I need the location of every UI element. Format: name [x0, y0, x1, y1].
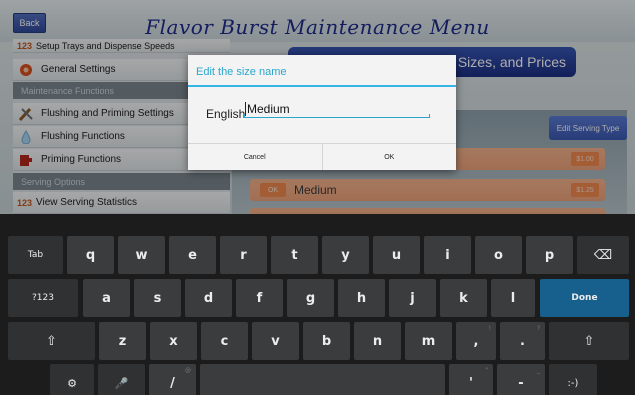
key-slash[interactable]: / @: [149, 364, 196, 395]
key-char: ': [469, 375, 473, 391]
language-label: English: [206, 107, 246, 121]
size-name-input[interactable]: [245, 100, 430, 118]
key-y[interactable]: y: [322, 236, 369, 274]
dialog-divider: [188, 85, 456, 87]
text-cursor: [245, 102, 246, 116]
done-key[interactable]: Done: [540, 279, 629, 317]
key-alt-char: !: [488, 325, 491, 332]
key-c[interactable]: c: [201, 322, 248, 360]
key-apostrophe[interactable]: ' ": [449, 364, 493, 395]
soft-keyboard: Tab q w e r t y u i o p ⌫ ?123 a s d f g…: [0, 214, 635, 395]
key-b[interactable]: b: [303, 322, 350, 360]
shift-key-left[interactable]: ⇧: [8, 322, 95, 360]
shift-key-right[interactable]: ⇧: [549, 322, 629, 360]
edit-size-dialog: Edit the size name English Cancel OK: [188, 55, 456, 170]
key-u[interactable]: u: [373, 236, 420, 274]
key-s[interactable]: s: [134, 279, 181, 317]
key-symbols[interactable]: ?123: [8, 279, 78, 317]
key-w[interactable]: w: [118, 236, 165, 274]
key-n[interactable]: n: [354, 322, 401, 360]
dialog-button-bar: Cancel OK: [188, 143, 456, 170]
key-tab[interactable]: Tab: [8, 236, 63, 274]
key-l[interactable]: l: [491, 279, 535, 317]
microphone-key[interactable]: 🎤: [98, 364, 145, 395]
key-char: -: [518, 375, 524, 391]
key-t[interactable]: t: [271, 236, 318, 274]
key-alt-char: ?: [536, 325, 540, 332]
key-g[interactable]: g: [287, 279, 334, 317]
key-o[interactable]: o: [475, 236, 522, 274]
key-char: .: [520, 333, 525, 349]
key-d[interactable]: d: [185, 279, 232, 317]
key-r[interactable]: r: [220, 236, 267, 274]
app-background: Back Flavor Burst Maintenance Menu 123 S…: [0, 0, 635, 214]
key-alt-char: @: [185, 367, 191, 374]
key-char: /: [170, 375, 175, 391]
backspace-key[interactable]: ⌫: [577, 236, 629, 274]
key-f[interactable]: f: [236, 279, 283, 317]
key-period[interactable]: . ?: [500, 322, 545, 360]
key-comma[interactable]: , !: [456, 322, 496, 360]
key-k[interactable]: k: [440, 279, 487, 317]
key-a[interactable]: a: [83, 279, 130, 317]
key-x[interactable]: x: [150, 322, 197, 360]
key-h[interactable]: h: [338, 279, 385, 317]
key-char: ,: [473, 333, 479, 349]
input-underline: [244, 114, 430, 118]
key-i[interactable]: i: [424, 236, 471, 274]
key-dash[interactable]: - _: [497, 364, 545, 395]
space-bar[interactable]: [200, 364, 445, 395]
key-q[interactable]: q: [67, 236, 114, 274]
key-e[interactable]: e: [169, 236, 216, 274]
key-p[interactable]: p: [526, 236, 573, 274]
keyboard-settings-key[interactable]: ⚙: [50, 364, 94, 395]
key-z[interactable]: z: [99, 322, 146, 360]
dialog-title: Edit the size name: [196, 66, 287, 78]
cancel-button[interactable]: Cancel: [188, 144, 323, 170]
ok-button[interactable]: OK: [323, 144, 457, 170]
key-v[interactable]: v: [252, 322, 299, 360]
emoji-key[interactable]: :-): [549, 364, 597, 395]
key-m[interactable]: m: [405, 322, 452, 360]
key-j[interactable]: j: [389, 279, 436, 317]
key-alt-char: ": [485, 367, 488, 374]
key-alt-char: _: [537, 367, 540, 374]
